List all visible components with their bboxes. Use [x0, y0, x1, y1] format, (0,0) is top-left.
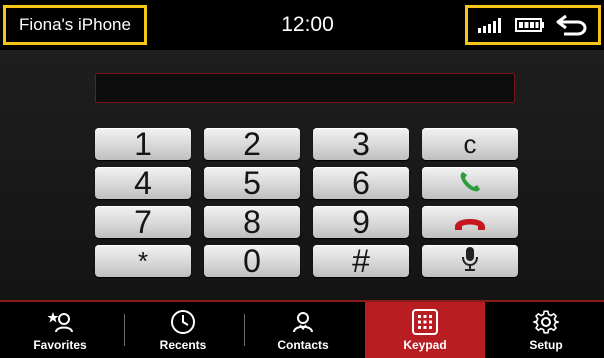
status-icons	[468, 8, 598, 42]
key-label: c	[463, 129, 477, 159]
key-0[interactable]: 0	[204, 245, 300, 277]
number-input[interactable]	[95, 73, 515, 103]
key-label: 1	[134, 128, 152, 160]
key-label: 6	[352, 167, 370, 199]
signal-icon	[478, 17, 504, 33]
battery-icon	[515, 17, 545, 33]
key-4[interactable]: 4	[95, 167, 191, 199]
key-star[interactable]: *	[95, 245, 191, 277]
key-label: 5	[243, 167, 261, 199]
key-6[interactable]: 6	[313, 167, 409, 199]
gear-icon	[533, 309, 559, 335]
tab-bar: Favorites Recents Contacts Keypad Setup	[0, 300, 604, 358]
keypad-icon	[412, 308, 438, 335]
key-1[interactable]: 1	[95, 128, 191, 160]
tab-label: Setup	[529, 337, 563, 352]
key-label: 4	[134, 167, 152, 199]
tab-setup[interactable]: Setup	[486, 302, 604, 358]
end-call-button[interactable]	[422, 206, 518, 238]
tab-contacts[interactable]: Contacts	[243, 302, 363, 358]
key-label: 2	[243, 128, 261, 160]
tab-label: Keypad	[403, 337, 447, 352]
clear-button[interactable]: c	[422, 128, 518, 160]
key-label: 9	[352, 206, 370, 238]
microphone-button[interactable]	[422, 245, 518, 277]
key-9[interactable]: 9	[313, 206, 409, 238]
tab-keypad[interactable]: Keypad	[365, 302, 485, 358]
key-label: 8	[243, 206, 261, 238]
key-8[interactable]: 8	[204, 206, 300, 238]
key-label: *	[137, 246, 149, 276]
tab-label: Favorites	[33, 337, 87, 352]
key-label: 7	[134, 206, 152, 238]
tab-favorites[interactable]: Favorites	[0, 302, 120, 358]
header-bar: Fiona's iPhone 12:00	[0, 0, 604, 50]
dialer-panel: 1 2 3 c 4 5 6 7 8 9 * 0 #	[0, 50, 604, 300]
favorites-icon	[47, 309, 73, 335]
key-label: #	[352, 245, 370, 277]
back-icon[interactable]	[556, 14, 588, 36]
key-7[interactable]: 7	[95, 206, 191, 238]
device-name[interactable]: Fiona's iPhone	[3, 5, 147, 45]
contacts-icon	[291, 309, 315, 335]
microphone-icon	[461, 245, 479, 277]
clock-icon	[170, 309, 196, 335]
call-button[interactable]	[422, 167, 518, 199]
key-5[interactable]: 5	[204, 167, 300, 199]
key-3[interactable]: 3	[313, 128, 409, 160]
key-2[interactable]: 2	[204, 128, 300, 160]
tab-label: Recents	[159, 337, 207, 352]
tab-recents[interactable]: Recents	[123, 302, 243, 358]
call-icon	[458, 167, 482, 199]
tab-label: Contacts	[277, 337, 329, 352]
clock-time: 12:00	[281, 13, 334, 36]
key-label: 0	[243, 245, 261, 277]
key-hash[interactable]: #	[313, 245, 409, 277]
end-call-icon	[453, 206, 487, 238]
key-label: 3	[352, 128, 370, 160]
